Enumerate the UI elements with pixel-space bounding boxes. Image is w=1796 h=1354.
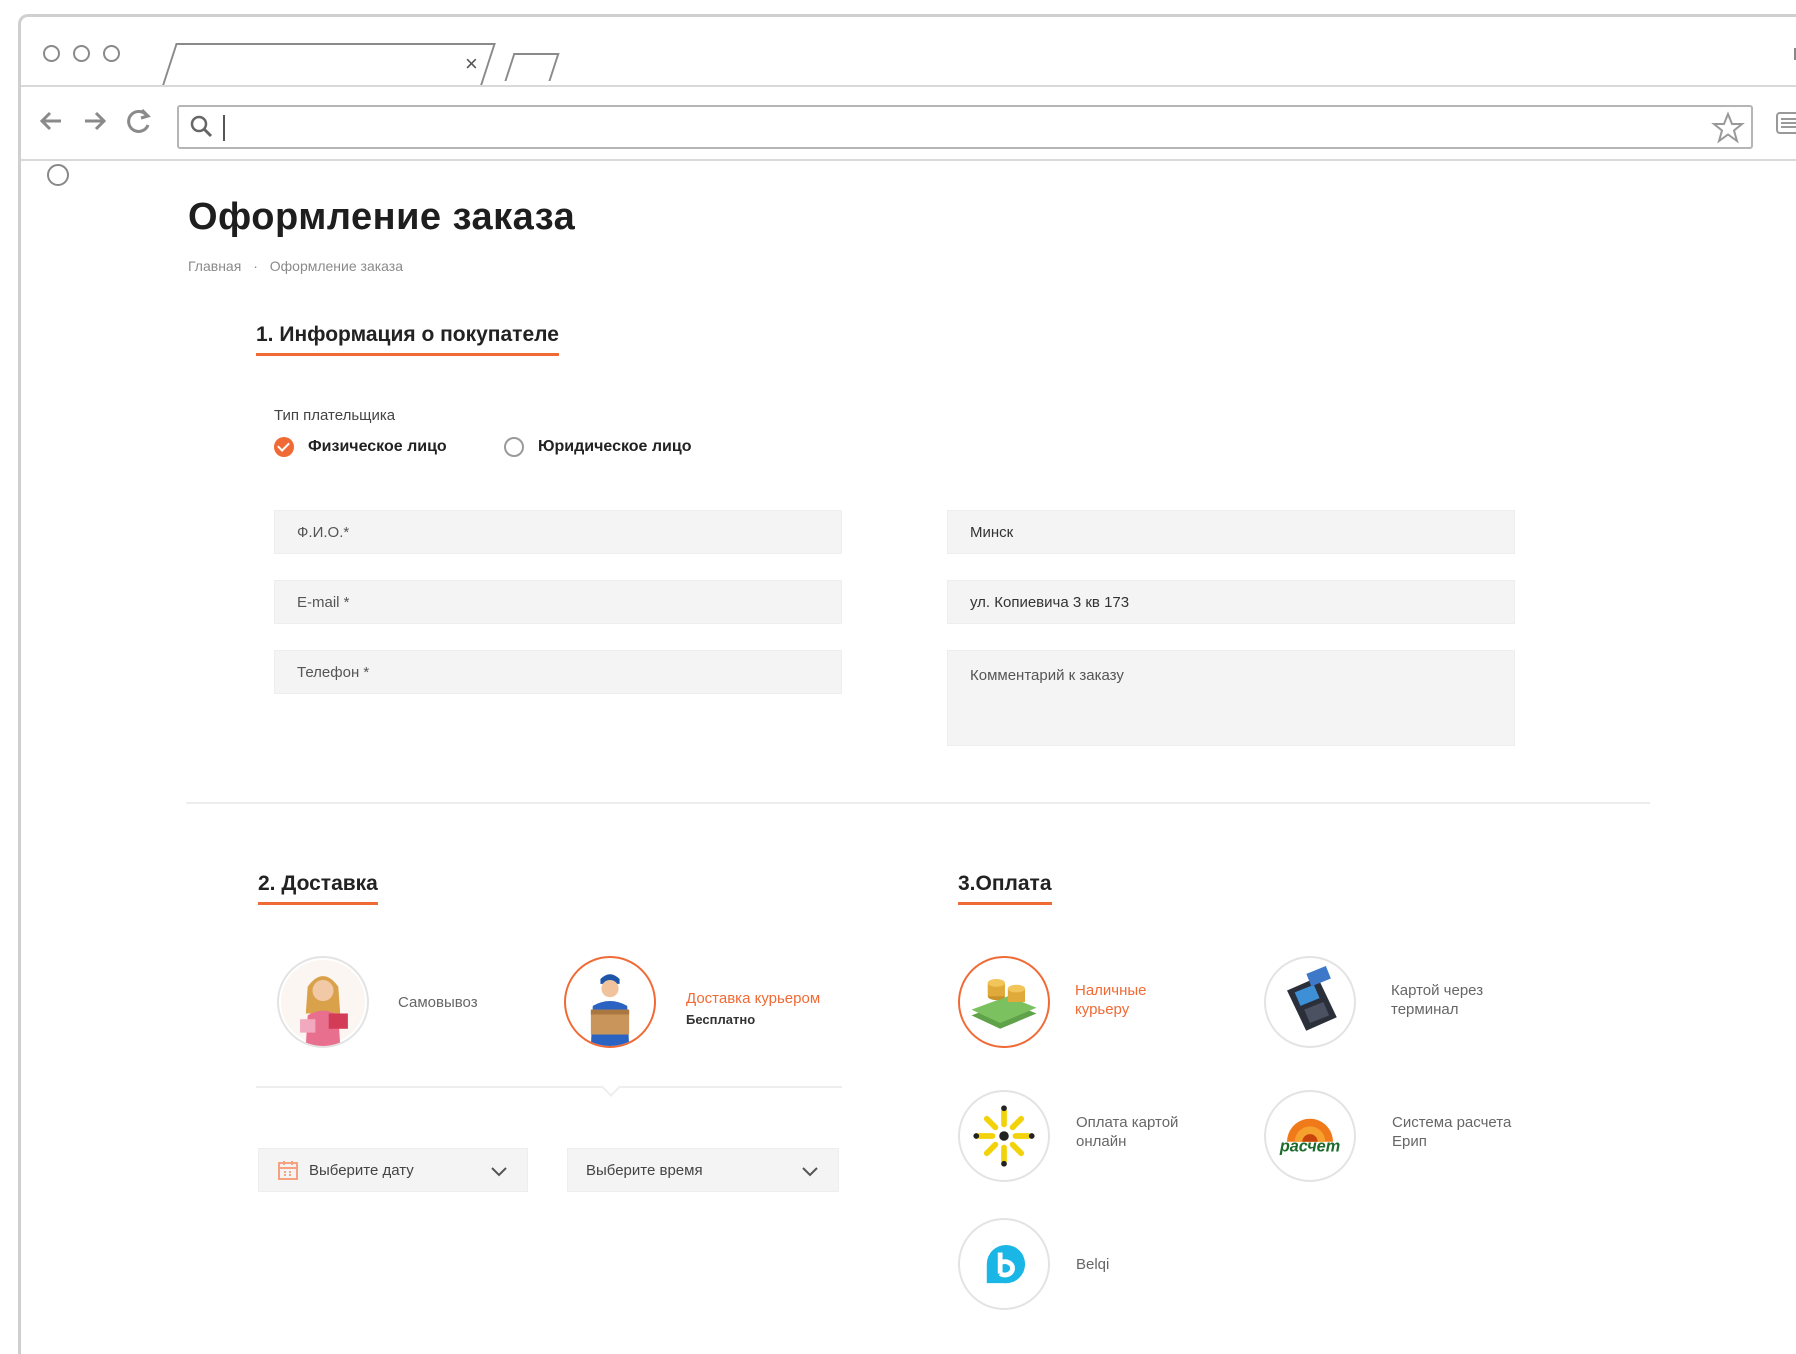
radio-checked-icon [274, 437, 294, 457]
time-select-label: Выберите время [586, 1161, 703, 1179]
chevron-down-icon [802, 1167, 818, 1177]
courier-label: Доставка курьером [686, 990, 821, 1007]
date-select[interactable]: Выберите дату [258, 1148, 528, 1192]
window-restore-icon[interactable] [1792, 39, 1796, 65]
raschet-logo-text: расчет [1279, 1137, 1340, 1155]
buyer-section-title: 1. Информация о покупателе [256, 323, 559, 356]
bookmark-star-icon[interactable] [1711, 111, 1745, 145]
payment-online-label: Оплата картой онлайн [1076, 1114, 1179, 1150]
woman-shopping-icon [280, 959, 366, 1046]
breadcrumb-home-link[interactable]: Главная [188, 258, 241, 274]
payer-legal-radio[interactable]: Юридическое лицо [504, 437, 692, 457]
forward-arrow-icon[interactable] [79, 105, 111, 137]
payment-cash-option[interactable] [958, 956, 1050, 1048]
courier-option[interactable] [564, 956, 656, 1048]
email-input[interactable] [274, 580, 842, 624]
section-divider [186, 802, 1650, 804]
chevron-down-icon [491, 1167, 507, 1177]
radio-unchecked-icon [504, 437, 524, 457]
tab-close-icon[interactable]: × [465, 51, 478, 77]
courier-icon [567, 959, 653, 1046]
date-select-label: Выберите дату [309, 1161, 414, 1179]
search-icon [190, 115, 213, 138]
payment-belqi-label: Belqi [1076, 1256, 1110, 1273]
page-title: Оформление заказа [188, 196, 576, 238]
cash-coins-icon [961, 959, 1047, 1045]
reload-icon[interactable] [123, 105, 155, 137]
pickup-label: Самовывоз [398, 994, 478, 1011]
name-input[interactable] [274, 510, 842, 554]
back-arrow-icon[interactable] [35, 105, 67, 137]
browser-tab[interactable] [162, 43, 496, 85]
delivery-section-title: 2. Доставка [258, 872, 378, 905]
browser-titlebar: × [21, 17, 1796, 87]
payer-individual-label: Физическое лицо [308, 438, 447, 455]
address-input[interactable] [947, 580, 1515, 624]
belqi-logo-icon [961, 1221, 1047, 1307]
breadcrumb: Главная · Оформление заказа [188, 258, 411, 274]
breadcrumb-separator: · [253, 258, 258, 274]
phone-input[interactable] [274, 650, 842, 694]
pickup-option[interactable] [277, 956, 369, 1048]
calendar-icon [278, 1161, 298, 1180]
window-maximize-dot[interactable] [103, 45, 120, 62]
online-card-icon [961, 1093, 1047, 1179]
payment-terminal-label: Картой через терминал [1391, 982, 1484, 1018]
payment-section-title: 3.Оплата [958, 872, 1052, 905]
browser-menu-icon[interactable] [1773, 107, 1796, 139]
payment-erip-label: Система расчета Ерип [1392, 1114, 1512, 1150]
payer-individual-radio[interactable]: Физическое лицо [274, 437, 447, 457]
new-tab-button[interactable] [504, 53, 560, 81]
payer-type-label: Тип плательщика [274, 407, 396, 424]
city-input[interactable] [947, 510, 1515, 554]
order-comment-textarea[interactable] [947, 650, 1515, 746]
raschet-logo-icon: расчет [1267, 1093, 1353, 1179]
payment-online-option[interactable] [958, 1090, 1050, 1182]
time-select[interactable]: Выберите время [567, 1148, 839, 1192]
page-loading-indicator [47, 164, 69, 186]
url-input[interactable] [225, 111, 1689, 145]
window-close-dot[interactable] [43, 45, 60, 62]
payment-cash-text: Наличные курьеру [1075, 982, 1147, 1018]
address-bar[interactable] [177, 105, 1753, 149]
payment-belqi-option[interactable] [958, 1218, 1050, 1310]
card-terminal-icon [1267, 959, 1353, 1045]
payment-erip-option[interactable]: расчет [1264, 1090, 1356, 1182]
window-minimize-dot[interactable] [73, 45, 90, 62]
payment-terminal-option[interactable] [1264, 956, 1356, 1048]
breadcrumb-current: Оформление заказа [269, 258, 404, 274]
browser-toolbar [21, 85, 1796, 161]
delivery-divider [256, 1086, 842, 1088]
courier-price-label: Бесплатно [686, 1012, 756, 1027]
payer-legal-label: Юридическое лицо [538, 438, 692, 455]
payment-cash-label: Наличные курьеру [1075, 981, 1165, 1019]
